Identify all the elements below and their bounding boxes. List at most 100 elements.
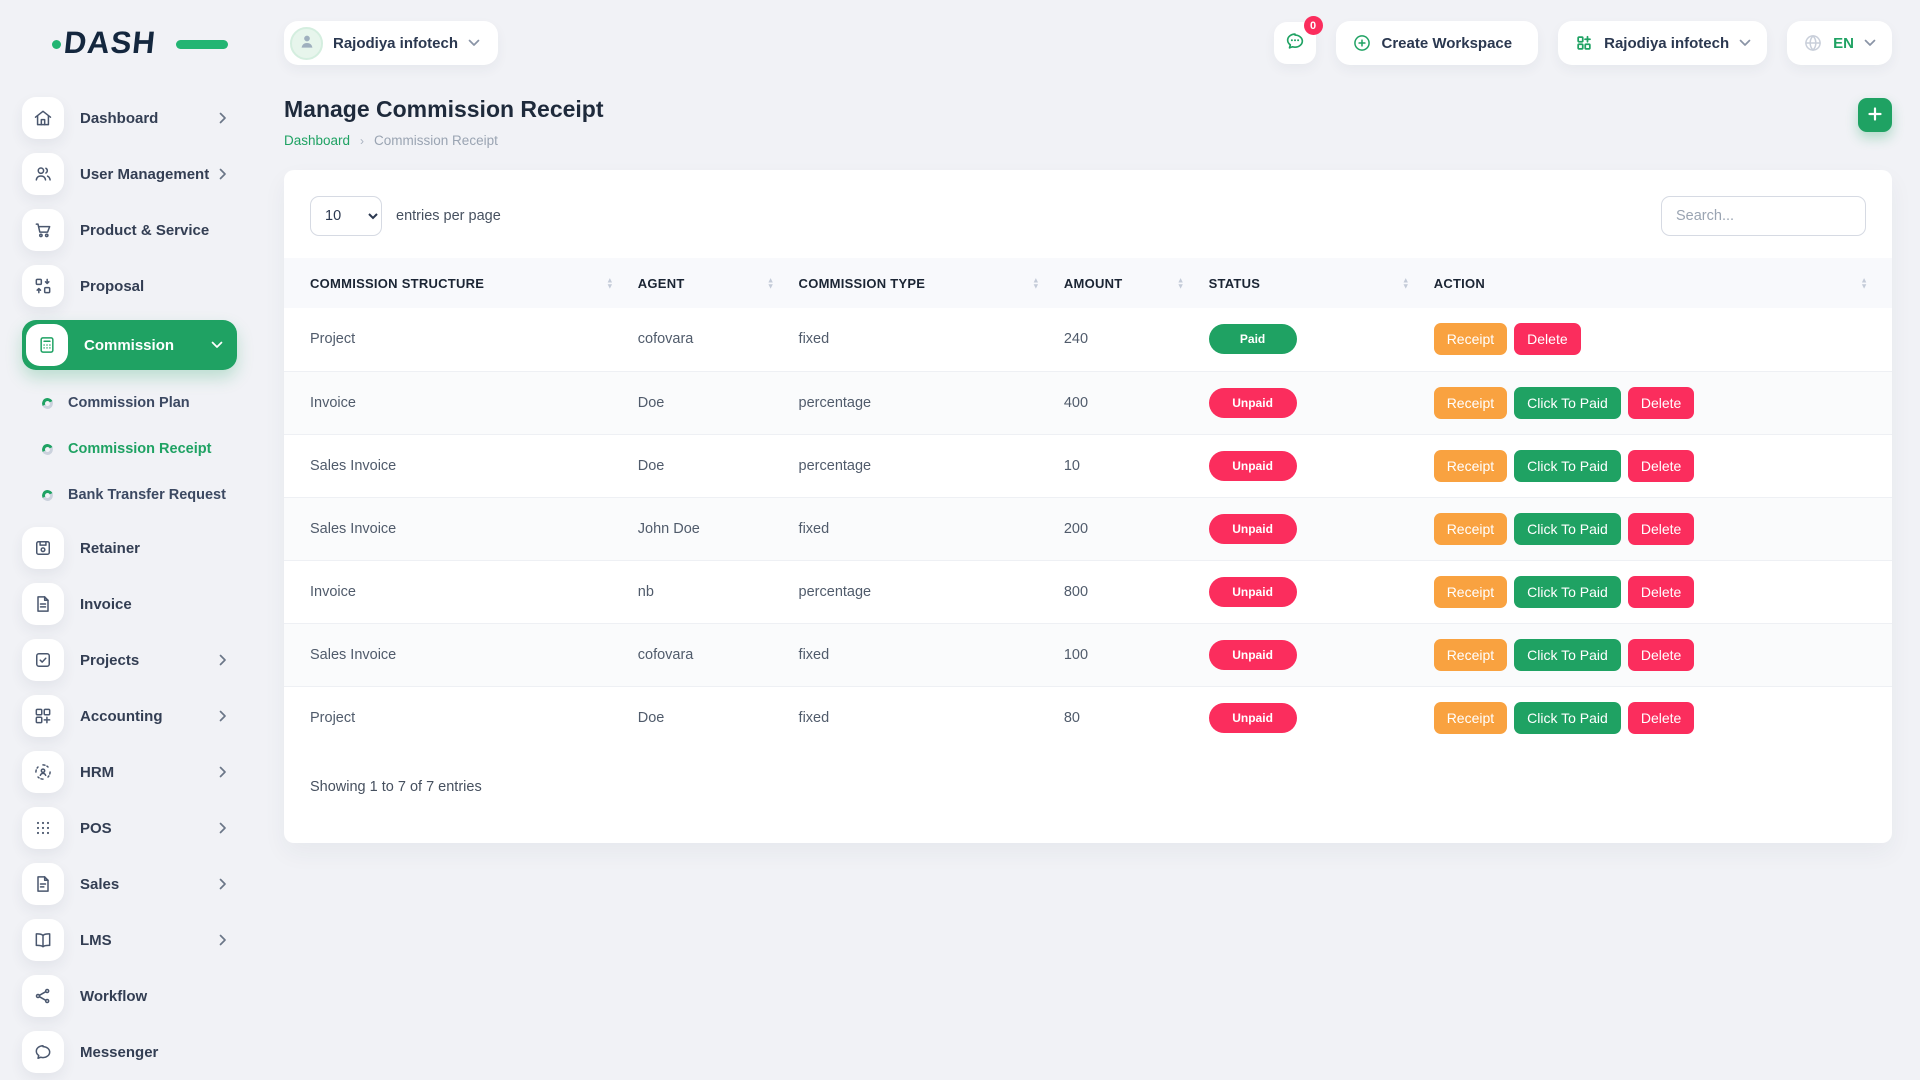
sidebar-item-hrm[interactable]: HRM — [22, 750, 241, 794]
sidebar-item-sales[interactable]: Sales — [22, 862, 241, 906]
sidebar-subitem-commission-receipt[interactable]: Commission Receipt — [42, 426, 255, 472]
column-header-commission-type: COMMISSION TYPE ▲▼ — [799, 258, 1064, 308]
commission-receipt-table: COMMISSION STRUCTURE▲▼AGENT▲▼COMMISSION … — [284, 258, 1892, 749]
page-header: Manage Commission Receipt Dashboard › Co… — [284, 96, 1892, 148]
sidebar-item-pos[interactable]: POS — [22, 806, 241, 850]
click-to-paid-button[interactable]: Click To Paid — [1514, 702, 1621, 734]
click-to-paid-button[interactable]: Click To Paid — [1514, 450, 1621, 482]
sidebar-nav: Dashboard User Management Product & Servic… — [0, 90, 255, 1080]
calculator-icon — [26, 324, 68, 366]
main-area: Rajodiya infotech 0 Create Workspace Raj… — [255, 0, 1920, 1080]
delete-button[interactable]: Delete — [1628, 702, 1694, 734]
sidebar-item-label: HRM — [80, 764, 219, 781]
status-badge: Unpaid — [1209, 640, 1297, 670]
cell-commission-type: fixed — [799, 308, 1064, 371]
add-commission-receipt-button[interactable] — [1858, 98, 1892, 132]
app-logo[interactable]: DASH — [64, 24, 194, 62]
delete-button[interactable]: Delete — [1628, 639, 1694, 671]
cell-action: ReceiptDelete — [1434, 308, 1892, 371]
entries-per-page-select[interactable]: 10 — [310, 196, 382, 236]
users-icon — [22, 153, 64, 195]
sidebar-item-label: Invoice — [80, 596, 241, 613]
breadcrumb-current: Commission Receipt — [374, 133, 498, 148]
logo-dot — [52, 40, 61, 49]
sidebar-item-label: User Management — [80, 166, 219, 183]
click-to-paid-button[interactable]: Click To Paid — [1514, 513, 1621, 545]
bullet-circle-icon — [40, 488, 54, 502]
cell-commission-structure: Invoice — [284, 560, 638, 623]
home-icon — [22, 97, 64, 139]
table-body: Projectcofovarafixed240PaidReceiptDelete… — [284, 308, 1892, 749]
messages-button[interactable]: 0 — [1274, 22, 1316, 64]
breadcrumb-dashboard-link[interactable]: Dashboard — [284, 133, 350, 148]
chat-icon — [1284, 30, 1306, 57]
sort-icon[interactable]: ▲▼ — [1860, 277, 1868, 288]
sidebar-subitem-commission-plan[interactable]: Commission Plan — [42, 380, 255, 426]
cell-commission-structure: Sales Invoice — [284, 434, 638, 497]
topbar-right: 0 Create Workspace Rajodiya infotech EN — [1274, 21, 1893, 65]
receipt-button[interactable]: Receipt — [1434, 323, 1507, 355]
status-badge: Unpaid — [1209, 388, 1297, 418]
delete-button[interactable]: Delete — [1628, 450, 1694, 482]
status-badge: Paid — [1209, 324, 1297, 354]
delete-button[interactable]: Delete — [1514, 323, 1580, 355]
language-selector[interactable]: EN — [1787, 21, 1892, 65]
cell-commission-structure: Sales Invoice — [284, 623, 638, 686]
cell-commission-type: fixed — [799, 686, 1064, 749]
click-to-paid-button[interactable]: Click To Paid — [1514, 639, 1621, 671]
create-workspace-button[interactable]: Create Workspace — [1336, 21, 1539, 65]
sidebar-item-projects[interactable]: Projects — [22, 638, 241, 682]
sidebar-item-proposal[interactable]: Proposal — [22, 264, 241, 308]
cell-amount: 800 — [1064, 560, 1209, 623]
column-header-label: COMMISSION STRUCTURE — [310, 276, 484, 291]
messages-count-badge: 0 — [1304, 16, 1323, 35]
globe-icon — [1803, 33, 1823, 53]
cell-amount: 200 — [1064, 497, 1209, 560]
delete-button[interactable]: Delete — [1628, 513, 1694, 545]
sidebar-item-product-service[interactable]: Product & Service — [22, 208, 241, 252]
sidebar-item-user-management[interactable]: User Management — [22, 152, 241, 196]
breadcrumb-separator: › — [360, 134, 364, 148]
company-selector[interactable]: Rajodiya infotech — [1558, 21, 1767, 65]
logo-text: DASH — [62, 25, 158, 61]
search-input[interactable] — [1661, 196, 1866, 236]
status-badge: Unpaid — [1209, 514, 1297, 544]
sidebar-subitem-label: Commission Plan — [68, 395, 190, 411]
sidebar-item-label: Accounting — [80, 708, 219, 725]
receipt-button[interactable]: Receipt — [1434, 576, 1507, 608]
sidebar-item-commission[interactable]: Commission — [22, 320, 237, 370]
sort-icon[interactable]: ▲▼ — [606, 277, 614, 288]
sidebar-item-retainer[interactable]: Retainer — [22, 526, 241, 570]
sidebar-item-label: POS — [80, 820, 219, 837]
status-badge: Unpaid — [1209, 451, 1297, 481]
invoice-icon — [22, 583, 64, 625]
sidebar-item-messenger[interactable]: Messenger — [22, 1030, 241, 1074]
sort-icon[interactable]: ▲▼ — [1032, 277, 1040, 288]
workspace-selector[interactable]: Rajodiya infotech — [284, 21, 498, 65]
workspace-selector-label: Rajodiya infotech — [333, 35, 458, 52]
sidebar-item-accounting[interactable]: Accounting — [22, 694, 241, 738]
column-header-label: AGENT — [638, 276, 685, 291]
sort-icon[interactable]: ▲▼ — [1177, 277, 1185, 288]
delete-button[interactable]: Delete — [1628, 387, 1694, 419]
click-to-paid-button[interactable]: Click To Paid — [1514, 387, 1621, 419]
receipt-button[interactable]: Receipt — [1434, 450, 1507, 482]
receipt-button[interactable]: Receipt — [1434, 387, 1507, 419]
sidebar-item-label: Commission — [84, 337, 211, 354]
click-to-paid-button[interactable]: Click To Paid — [1514, 576, 1621, 608]
receipt-button[interactable]: Receipt — [1434, 702, 1507, 734]
sidebar-item-dashboard[interactable]: Dashboard — [22, 96, 241, 140]
delete-button[interactable]: Delete — [1628, 576, 1694, 608]
receipt-button[interactable]: Receipt — [1434, 639, 1507, 671]
sidebar-item-label: Proposal — [80, 278, 241, 295]
sort-icon[interactable]: ▲▼ — [767, 277, 775, 288]
company-selector-label: Rajodiya infotech — [1604, 35, 1729, 52]
sidebar-item-workflow[interactable]: Workflow — [22, 974, 241, 1018]
sidebar-subitem-bank-transfer-request[interactable]: Bank Transfer Request — [42, 472, 255, 518]
sidebar-item-invoice[interactable]: Invoice — [22, 582, 241, 626]
receipt-button[interactable]: Receipt — [1434, 513, 1507, 545]
sort-icon[interactable]: ▲▼ — [1402, 277, 1410, 288]
sidebar-subitem-label: Bank Transfer Request — [68, 487, 226, 503]
column-header-label: COMMISSION TYPE — [799, 276, 926, 291]
sidebar-item-lms[interactable]: LMS — [22, 918, 241, 962]
